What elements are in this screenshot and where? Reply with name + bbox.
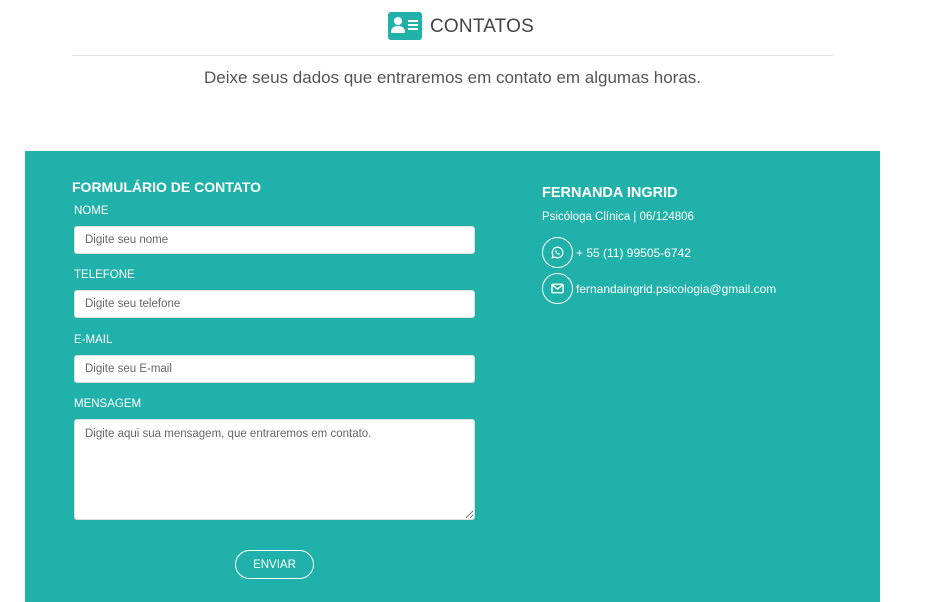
submit-button[interactable]: ENVIAR xyxy=(235,550,314,579)
message-label: MENSAGEM xyxy=(74,398,142,410)
email-text: fernandaingrid.psicologia@gmail.com xyxy=(576,281,777,296)
name-label: NOME xyxy=(74,205,109,217)
email-label: E-MAIL xyxy=(74,334,113,346)
contact-panel: FORMULÁRIO DE CONTATO NOME TELEFONE E-MA… xyxy=(25,151,880,602)
phone-row[interactable]: + 55 (11) 99505-6742 xyxy=(542,237,691,268)
envelope-icon xyxy=(542,273,573,304)
email-input[interactable] xyxy=(74,355,475,383)
phone-input[interactable] xyxy=(74,290,475,318)
email-row[interactable]: fernandaingrid.psicologia@gmail.com xyxy=(542,273,776,304)
page-subtitle: Deixe seus dados que entraremos em conta… xyxy=(203,68,702,87)
name-input[interactable] xyxy=(74,226,475,254)
header-divider xyxy=(72,55,833,56)
section-title: CONTATOS xyxy=(388,8,534,44)
whatsapp-icon xyxy=(542,237,573,268)
contact-name: FERNANDA INGRID xyxy=(542,185,678,201)
page-title: CONTATOS xyxy=(430,16,534,37)
contacts-header: CONTATOS Deixe seus dados que entraremos… xyxy=(0,0,940,130)
phone-text: + 55 (11) 99505-6742 xyxy=(576,245,691,260)
contact-card-icon xyxy=(388,12,422,40)
message-textarea[interactable] xyxy=(74,419,475,520)
form-title: FORMULÁRIO DE CONTATO xyxy=(72,179,261,195)
contact-role: Psicóloga Clínica | 06/124806 xyxy=(542,211,694,223)
phone-label: TELEFONE xyxy=(74,269,135,281)
